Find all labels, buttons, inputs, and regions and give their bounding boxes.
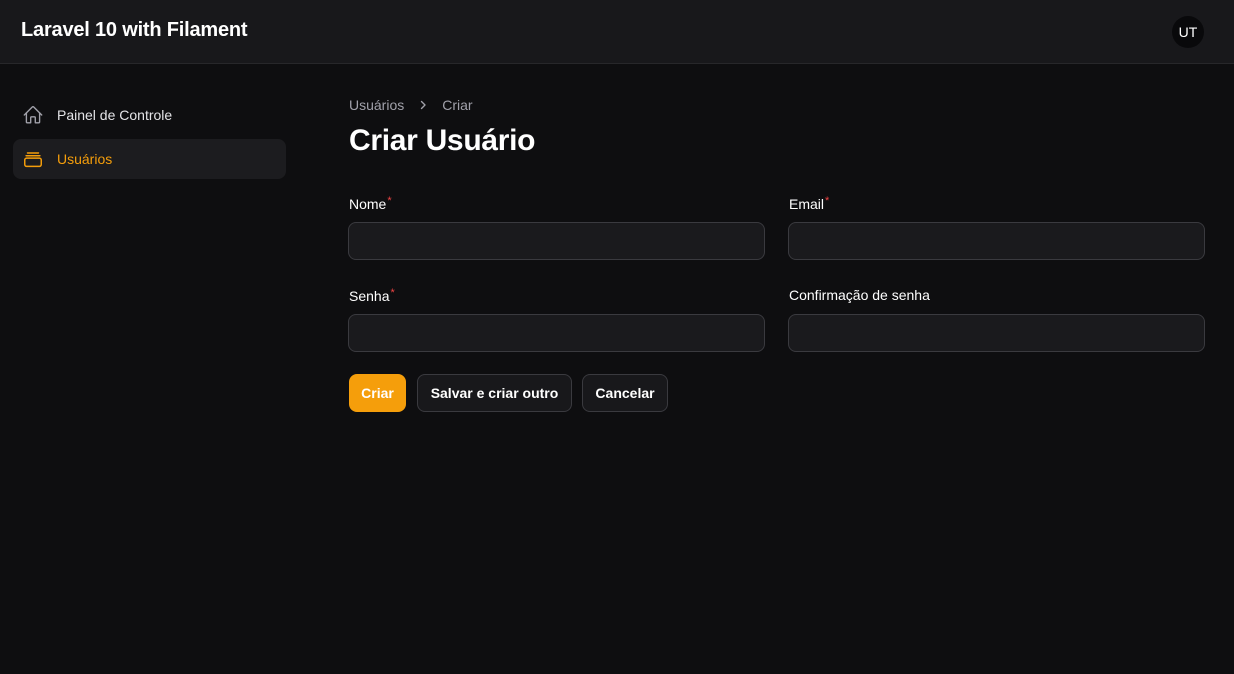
sidebar-item-usuarios[interactable]: Usuários — [13, 139, 286, 179]
chevron-right-icon — [418, 100, 428, 110]
nome-label: Nome* — [349, 195, 392, 212]
nome-label-text: Nome — [349, 196, 387, 212]
stack-icon — [22, 148, 44, 170]
create-button[interactable]: Criar — [349, 374, 406, 412]
cancel-button[interactable]: Cancelar — [582, 374, 668, 412]
breadcrumb: Usuários Criar — [349, 97, 473, 113]
nome-input[interactable] — [348, 222, 765, 260]
sidebar: Painel de Controle Usuários — [0, 64, 300, 674]
senha-label-text: Senha — [349, 288, 390, 304]
required-marker: * — [390, 287, 395, 299]
sidebar-item-label: Painel de Controle — [57, 107, 173, 123]
breadcrumb-item-usuarios[interactable]: Usuários — [349, 97, 404, 113]
sidebar-item-label: Usuários — [57, 151, 113, 167]
breadcrumb-item-criar[interactable]: Criar — [442, 97, 472, 113]
page-title: Criar Usuário — [349, 124, 536, 157]
email-input[interactable] — [788, 222, 1205, 260]
email-label-text: Email — [789, 196, 825, 212]
sidebar-item-dashboard[interactable]: Painel de Controle — [13, 95, 286, 135]
home-icon — [22, 104, 44, 126]
senha-input[interactable] — [348, 314, 765, 352]
confirmacao-senha-label: Confirmação de senha — [789, 287, 930, 303]
app-brand[interactable]: Laravel 10 with Filament — [21, 19, 248, 42]
confirmacao-senha-input[interactable] — [788, 314, 1205, 352]
user-avatar[interactable]: UT — [1172, 16, 1204, 48]
senha-label: Senha* — [349, 287, 395, 304]
topbar: Laravel 10 with Filament UT — [0, 0, 1234, 64]
required-marker: * — [387, 195, 392, 207]
save-and-create-another-button[interactable]: Salvar e criar outro — [417, 374, 572, 412]
email-label: Email* — [789, 195, 829, 212]
required-marker: * — [825, 195, 830, 207]
confirmacao-senha-label-text: Confirmação de senha — [789, 287, 930, 303]
